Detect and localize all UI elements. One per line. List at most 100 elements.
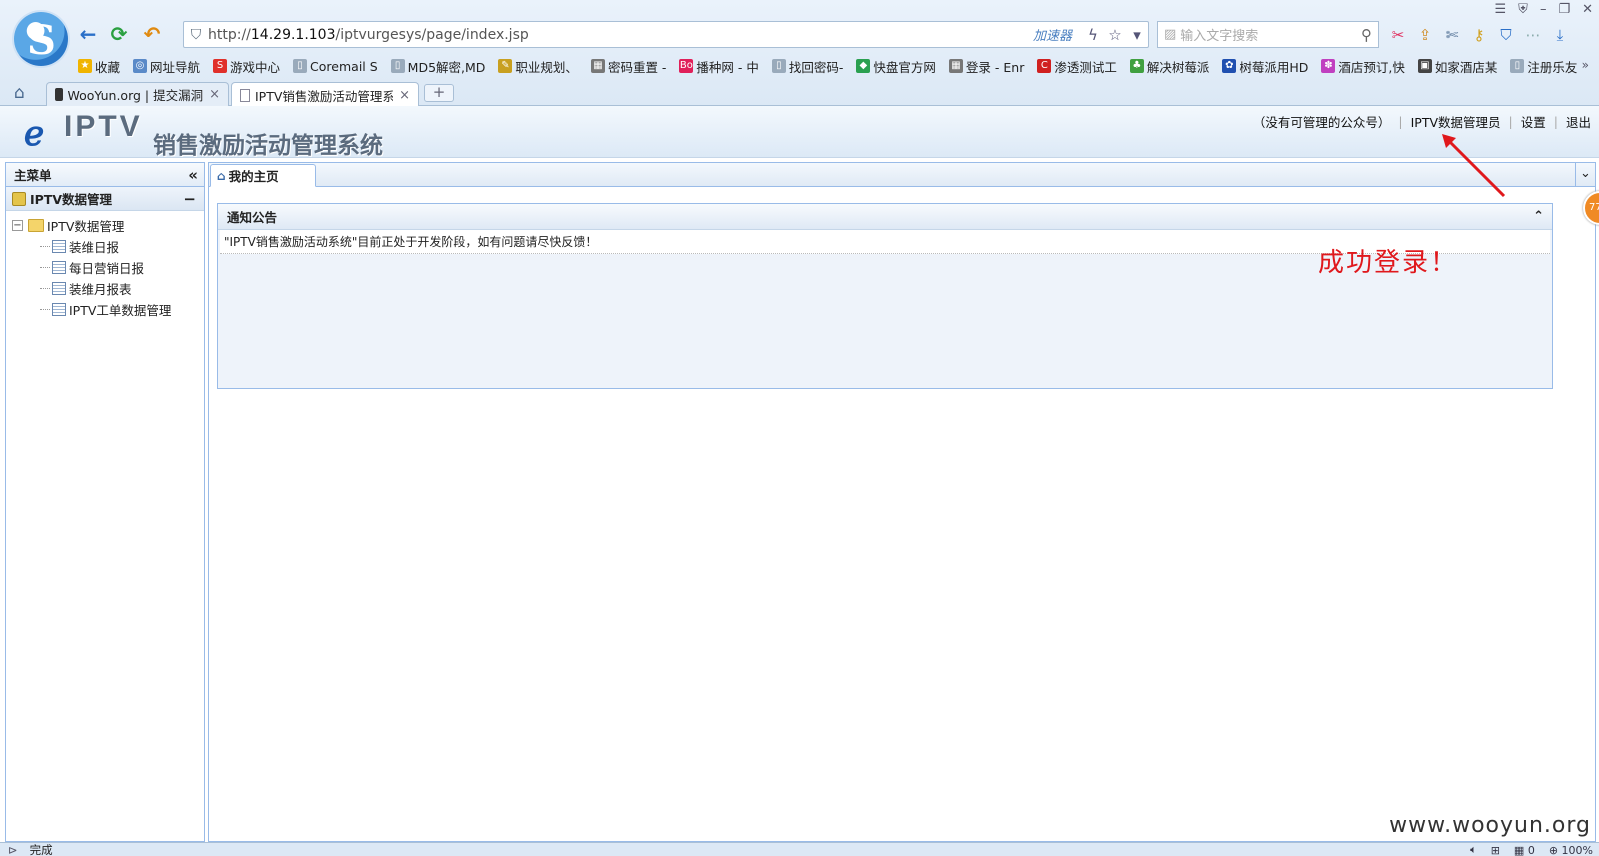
bookmark-icon: ♣ — [1129, 59, 1144, 73]
bookmarks-more-button[interactable]: » — [1582, 58, 1589, 72]
status-bar: ⊳ 完成 🔈︎ ⊞ ▦ 0 ⊕ 100% — [0, 842, 1599, 856]
bookmark-item[interactable]: ✿ 树莓派用HD — [1222, 56, 1308, 76]
user-link[interactable]: IPTV数据管理员 — [1411, 112, 1501, 131]
sidebar-group[interactable]: IPTV数据管理 − — [6, 187, 204, 211]
tab-iptv[interactable]: IPTV销售激励活动管理系 × — [231, 82, 419, 107]
tab-close-icon[interactable]: × — [393, 88, 410, 103]
settings-link[interactable]: 设置 — [1521, 112, 1546, 131]
collapse-up-icon[interactable]: ⌃ — [1533, 209, 1544, 224]
browser-logo-icon[interactable]: S — [14, 12, 68, 66]
menu-icon[interactable]: ☰ — [1495, 2, 1507, 17]
search-input[interactable]: 输入文字搜索 — [1180, 25, 1258, 44]
success-annotation: 成功登录！ — [1318, 248, 1459, 278]
bookmark-label: 网址导航 — [150, 59, 201, 75]
tree-item-daily[interactable]: 装维日报 — [12, 236, 204, 257]
bookmark-item[interactable]: ♣ 解决树莓派 — [1129, 56, 1209, 76]
star-icon[interactable]: ☆ — [1104, 26, 1126, 44]
shield-icon[interactable]: ⛉ — [1496, 25, 1516, 45]
download-icon[interactable]: ⤓ — [1550, 25, 1570, 45]
restore-icon[interactable]: ❐ — [1558, 2, 1570, 17]
bookmark-item[interactable]: ▯ 找回密码- — [771, 56, 844, 76]
tree-item-marketing[interactable]: 每日营销日报 — [12, 257, 204, 278]
browser-chrome: S ← ⟳ ↶ ⛉ http://14.29.1.103/iptvurgesys… — [0, 0, 1599, 107]
bookmarks-bar: ★ 收藏 ◎ 网址导航 S 游戏中心 ▯ Coremail S ▯ MD5解密,MD ✎ 职业规划、 ▦… — [78, 56, 1590, 76]
search-icon[interactable]: ⚲ — [1361, 26, 1372, 44]
address-url[interactable]: http://14.29.1.103/iptvurgesys/page/inde… — [208, 27, 1033, 43]
collapse-icon[interactable]: « — [188, 166, 198, 184]
close-icon[interactable]: ✕ — [1582, 2, 1593, 17]
scissors-icon[interactable]: ✄ — [1442, 25, 1462, 45]
table-icon — [52, 303, 66, 316]
dropdown-icon[interactable]: ▾ — [1126, 26, 1148, 44]
zoom-control[interactable]: ⊕ 100% — [1549, 844, 1593, 856]
tree-item-monthly[interactable]: 装维月报表 — [12, 278, 204, 299]
tab-close-icon[interactable]: × — [203, 87, 220, 102]
folder-icon — [28, 219, 44, 232]
bookmark-item[interactable]: ▣ 如家酒店某 — [1417, 56, 1497, 76]
logout-link[interactable]: 退出 — [1566, 112, 1591, 131]
bookmark-icon: ▣ — [1417, 59, 1432, 73]
bookmark-item[interactable]: ▦ 登录 - Enr — [948, 56, 1024, 76]
tab-bar: ⌂ WooYun.org | 提交漏洞 × IPTV销售激励活动管理系 × + — [0, 80, 1599, 107]
home-icon[interactable]: ⌂ — [14, 83, 25, 103]
bookmark-item[interactable]: Bo 播种网 - 中 — [679, 56, 759, 76]
new-tab-button[interactable]: + — [424, 84, 454, 102]
skin-icon[interactable]: ⛨ — [1518, 2, 1528, 17]
minus-icon[interactable]: − — [183, 190, 196, 208]
bookmark-item[interactable]: ◆ 快盘官方网 — [856, 56, 936, 76]
address-bar[interactable]: ⛉ http://14.29.1.103/iptvurgesys/page/in… — [183, 21, 1149, 48]
bookmark-icon: ▯ — [293, 59, 308, 73]
undo-icon[interactable]: ↶ — [140, 22, 164, 46]
bookmark-label: 职业规划、 — [515, 59, 578, 75]
bookmark-label: 树莓派用HD — [1239, 59, 1309, 75]
no-account-link[interactable]: （没有可管理的公众号） — [1253, 112, 1391, 131]
bookmark-item[interactable]: ✎ 职业规划、 — [498, 56, 578, 76]
bookmark-icon: ◆ — [856, 59, 871, 73]
volume-icon[interactable]: 🔈︎ — [1470, 843, 1477, 856]
minimize-icon[interactable]: – — [1540, 2, 1547, 17]
bookmark-label: MD5解密,MD — [407, 59, 486, 75]
bookmark-item[interactable]: ★ 收藏 — [78, 56, 120, 76]
key-icon[interactable]: ⚷ — [1469, 25, 1489, 45]
screenshot-icon[interactable]: ✂ — [1388, 25, 1408, 45]
bookmark-item[interactable]: S 游戏中心 — [213, 56, 280, 76]
tab-label: 我的主页 — [228, 169, 279, 184]
wooyun-favicon-icon — [55, 88, 64, 101]
bookmark-item[interactable]: C 渗透测试工 — [1037, 56, 1117, 76]
divider: | — [1553, 114, 1558, 129]
bookmark-item[interactable]: ▯ 注册乐友 — [1510, 56, 1577, 76]
status-count: ▦ 0 — [1513, 843, 1535, 856]
tab-wooyun[interactable]: WooYun.org | 提交漏洞 × — [46, 82, 229, 106]
bookmark-icon: ✽ — [1321, 59, 1336, 73]
expand-icon[interactable]: − — [12, 220, 23, 231]
bookmark-icon: ▦ — [590, 59, 605, 73]
sidebar-toggle-icon[interactable]: ⊳ — [8, 843, 18, 856]
bookmark-item[interactable]: ✽ 酒店预订,快 — [1321, 56, 1405, 76]
bookmark-item[interactable]: ▯ MD5解密,MD — [390, 56, 486, 76]
table-icon — [52, 240, 66, 253]
lightning-icon[interactable]: ϟ — [1082, 26, 1104, 44]
divider: | — [1398, 114, 1403, 129]
app-title-cn: 销售激励活动管理系统 — [153, 133, 383, 159]
bookmark-item[interactable]: ▯ Coremail S — [293, 56, 378, 76]
tree-item-workorder[interactable]: IPTV工单数据管理 — [12, 299, 204, 320]
bookmark-item[interactable]: ▦ 密码重置 - — [590, 56, 666, 76]
sidebar-group-label: IPTV数据管理 — [30, 192, 113, 207]
notice-panel: 通知公告 ⌃ "IPTV销售激励活动系统"目前正处于开发阶段，如有问题请尽快反馈… — [217, 203, 1553, 389]
search-box[interactable]: ▨ 输入文字搜索 ⚲ — [1157, 21, 1379, 48]
back-icon[interactable]: ← — [76, 22, 100, 46]
refresh-icon[interactable]: ⟳ — [107, 22, 131, 46]
tree-root[interactable]: − IPTV数据管理 — [12, 215, 204, 236]
bookmark-label: 找回密码- — [788, 59, 844, 75]
accelerator-button[interactable]: 加速器 — [1033, 25, 1072, 44]
notice-header: 通知公告 ⌃ — [218, 204, 1552, 230]
bookmark-icon: ▯ — [771, 59, 786, 73]
network-icon[interactable]: ⊞ — [1491, 844, 1500, 856]
more-icon[interactable]: ⋯ — [1523, 25, 1543, 45]
tab-scroll-icon[interactable]: ⌄ — [1575, 163, 1595, 186]
tab-home-page[interactable]: ⌂ 我的主页 — [210, 164, 316, 187]
share-icon[interactable]: ⇪ — [1415, 25, 1435, 45]
bookmark-label: 快盘官方网 — [873, 59, 936, 75]
red-arrow-annotation — [1442, 134, 1506, 198]
bookmark-item[interactable]: ◎ 网址导航 — [133, 56, 200, 76]
